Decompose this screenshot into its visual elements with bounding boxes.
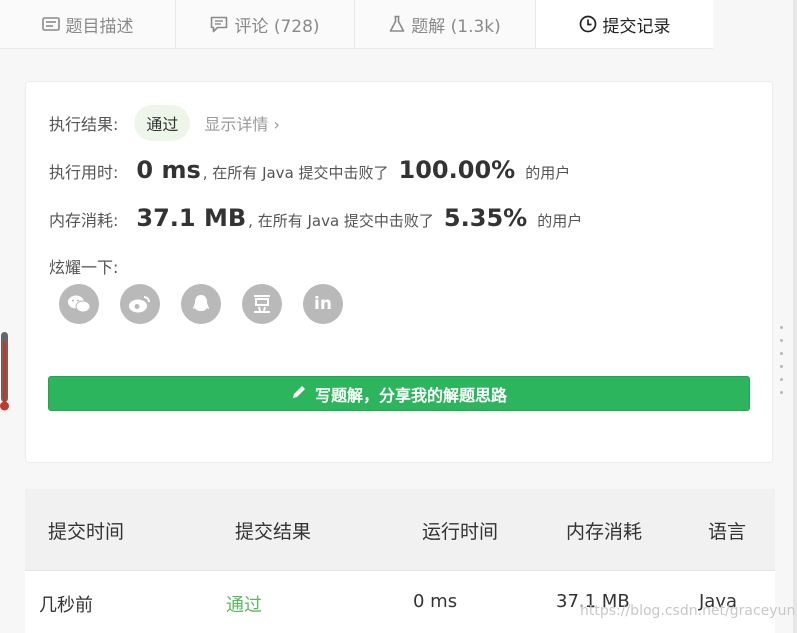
resize-handle[interactable]	[780, 326, 786, 394]
runtime-description: , 在所有 Java 提交中击败了	[202, 164, 389, 182]
wechat-icon[interactable]	[59, 284, 99, 324]
runtime-label: 执行用时:	[49, 163, 119, 182]
tab-bar: 题目描述 评论 (728) 题解 (1.3k) 提交记录	[0, 0, 713, 49]
memory-label: 内存消耗:	[49, 211, 119, 230]
tab-label: 题目描述	[65, 16, 134, 37]
memory-value: 37.1 MB	[136, 204, 247, 232]
runtime-percent: 100.00%	[398, 156, 516, 184]
table-header: 提交时间 提交结果 运行时间 内存消耗 语言	[25, 489, 775, 571]
tab-submissions[interactable]: 提交记录	[536, 0, 713, 48]
status-badge: 通过	[134, 105, 191, 141]
memory-percent: 5.35%	[443, 204, 528, 232]
douban-icon[interactable]	[242, 284, 282, 324]
tab-label: 评论 (728)	[234, 16, 320, 37]
chevron-right-icon: ›	[273, 115, 280, 134]
tab-comments[interactable]: 评论 (728)	[176, 0, 355, 48]
share-label-row: 炫耀一下:	[49, 254, 118, 278]
comment-icon	[210, 16, 228, 33]
cell-runtime: 0 ms	[413, 591, 458, 612]
pencil-icon	[291, 384, 307, 404]
runtime-suffix: 的用户	[525, 164, 571, 182]
header-language[interactable]: 语言	[708, 517, 746, 544]
tab-label: 题解 (1.3k)	[411, 16, 501, 37]
memory-row: 内存消耗: 37.1 MB , 在所有 Java 提交中击败了 5.35% 的用…	[49, 204, 582, 232]
description-icon	[41, 17, 60, 31]
share-label: 炫耀一下:	[49, 258, 119, 277]
tab-label: 提交记录	[602, 16, 671, 37]
clock-icon	[579, 15, 597, 33]
status-row: 执行结果: 通过 显示详情 ›	[49, 105, 280, 141]
table-row[interactable]: 几秒前 通过 0 ms 37.1 MB Java	[25, 571, 775, 633]
runtime-row: 执行用时: 0 ms , 在所有 Java 提交中击败了 100.00% 的用户	[49, 156, 570, 184]
header-runtime[interactable]: 运行时间	[422, 517, 498, 544]
tab-solutions[interactable]: 题解 (1.3k)	[355, 0, 536, 48]
watermark: https://blog.csdn.net/graceyun	[580, 603, 796, 619]
header-memory[interactable]: 内存消耗	[566, 517, 642, 544]
share-buttons: in	[59, 284, 343, 324]
flask-icon	[389, 15, 405, 33]
memory-suffix: 的用户	[537, 212, 583, 230]
header-submit-result[interactable]: 提交结果	[235, 517, 311, 544]
weibo-icon[interactable]	[120, 284, 160, 324]
write-solution-label: 写题解，分享我的解题思路	[314, 385, 507, 405]
scrollbar[interactable]	[793, 0, 797, 633]
write-solution-button[interactable]: 写题解，分享我的解题思路	[48, 376, 750, 411]
qq-icon[interactable]	[181, 284, 221, 324]
header-submit-time[interactable]: 提交时间	[48, 517, 124, 544]
show-details-link[interactable]: 显示详情 ›	[204, 111, 280, 135]
cell-submit-time: 几秒前	[39, 595, 93, 616]
submission-result-card: 执行结果: 通过 显示详情 › 执行用时: 0 ms , 在所有 Java 提交…	[25, 81, 773, 463]
tab-description[interactable]: 题目描述	[0, 0, 176, 48]
runtime-value: 0 ms	[136, 156, 201, 184]
status-label: 执行结果:	[49, 115, 119, 134]
thermometer-icon	[0, 332, 9, 411]
linkedin-icon[interactable]: in	[303, 284, 343, 324]
cell-submit-result[interactable]: 通过	[226, 591, 262, 617]
memory-description: , 在所有 Java 提交中击败了	[248, 212, 434, 230]
